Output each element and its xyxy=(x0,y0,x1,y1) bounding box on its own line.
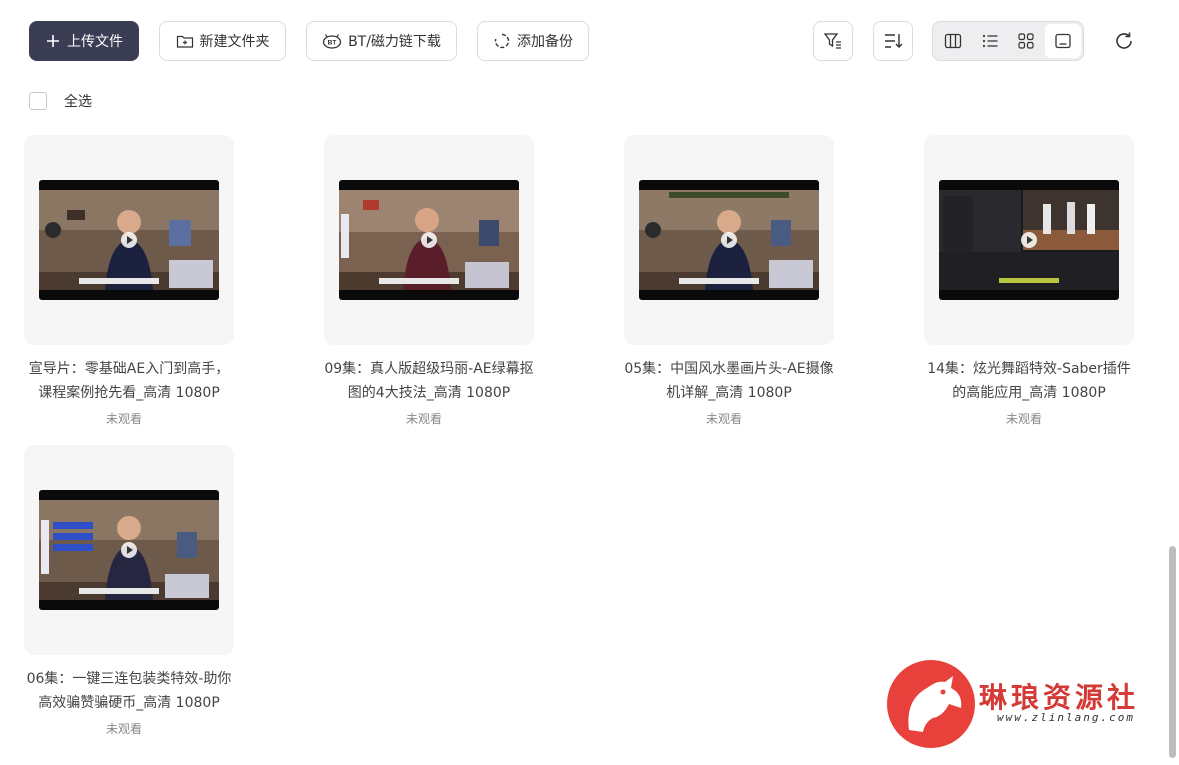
watermark: 琳琅资源社 www.zlinlang.com xyxy=(887,660,1157,750)
list-view-button[interactable] xyxy=(972,24,1009,58)
sync-icon xyxy=(494,33,510,49)
file-name: 09集：真人版超级玛丽-AE绿幕抠图的4大技法_高清 1080P xyxy=(324,361,534,401)
add-backup-label: 添加备份 xyxy=(517,34,573,50)
play-icon xyxy=(121,542,137,558)
dragon-logo-icon xyxy=(887,660,975,748)
bt-download-button[interactable]: BT BT/磁力链下载 xyxy=(306,21,457,61)
new-folder-label: 新建文件夹 xyxy=(199,34,270,50)
select-all-label: 全选 xyxy=(64,94,92,110)
filter-button[interactable] xyxy=(813,21,853,61)
column-view-button[interactable] xyxy=(935,24,972,58)
add-backup-button[interactable]: 添加备份 xyxy=(477,21,589,61)
file-card[interactable]: 05集：中国风水墨画片头-AE摄像机详解_高清 1080P 未观看 xyxy=(600,135,840,435)
file-name: 05集：中国风水墨画片头-AE摄像机详解_高清 1080P xyxy=(624,361,834,401)
select-all[interactable]: 全选 xyxy=(29,91,92,111)
columns-icon xyxy=(945,33,962,49)
bt-download-label: BT/磁力链下载 xyxy=(348,34,441,50)
toolbar: 上传文件 新建文件夹 BT BT/磁力链下载 添加备份 xyxy=(0,0,1179,82)
upload-label: 上传文件 xyxy=(67,34,123,50)
select-all-checkbox[interactable] xyxy=(29,92,47,110)
file-card[interactable]: 14集：炫光舞蹈特效-Saber插件的高能应用_高清 1080P 未观看 xyxy=(900,135,1140,435)
watermark-url: www.zlinlang.com xyxy=(997,711,1135,724)
vertical-scrollbar[interactable] xyxy=(1169,546,1176,758)
upload-button[interactable]: 上传文件 xyxy=(29,21,139,61)
watermark-name: 琳琅资源社 xyxy=(979,681,1140,714)
video-thumbnail xyxy=(39,490,219,610)
thumbnail-icon xyxy=(1055,33,1071,49)
list-icon xyxy=(982,34,998,48)
watch-status: 未观看 xyxy=(105,722,142,736)
play-icon xyxy=(721,232,737,248)
video-thumbnail xyxy=(639,180,819,300)
file-card[interactable]: 09集：真人版超级玛丽-AE绿幕抠图的4大技法_高清 1080P 未观看 xyxy=(300,135,540,435)
play-icon xyxy=(421,232,437,248)
video-thumbnail xyxy=(39,180,219,300)
file-card[interactable]: 宣导片：零基础AE入门到高手，课程案例抢先看_高清 1080P 未观看 xyxy=(0,135,240,435)
play-icon xyxy=(121,232,137,248)
thumbnail-view-button[interactable] xyxy=(1044,24,1081,58)
view-mode-group xyxy=(932,21,1084,61)
sort-icon xyxy=(885,34,903,48)
grid-view-button[interactable] xyxy=(1008,24,1045,58)
thumbnail-frame xyxy=(24,135,234,345)
new-folder-button[interactable]: 新建文件夹 xyxy=(159,21,286,61)
thumbnail-frame xyxy=(624,135,834,345)
svg-text:BT: BT xyxy=(328,40,337,47)
sort-button[interactable] xyxy=(873,21,913,61)
watch-status: 未观看 xyxy=(405,412,442,426)
thumbnail-frame xyxy=(24,445,234,655)
file-name: 06集：一键三连包装类特效-助你高效骗赞骗硬币_高清 1080P xyxy=(26,671,232,711)
plus-icon xyxy=(47,35,59,47)
play-icon xyxy=(1021,232,1037,248)
thumbnail-frame xyxy=(924,135,1134,345)
watch-status: 未观看 xyxy=(705,412,742,426)
thumbnail-frame xyxy=(324,135,534,345)
filter-icon xyxy=(823,33,841,49)
watch-status: 未观看 xyxy=(105,412,142,426)
file-name: 14集：炫光舞蹈特效-Saber插件的高能应用_高清 1080P xyxy=(927,361,1131,401)
folder-plus-icon xyxy=(176,35,193,48)
watch-status: 未观看 xyxy=(1005,412,1042,426)
refresh-button[interactable] xyxy=(1110,27,1138,55)
video-thumbnail xyxy=(939,180,1119,300)
video-thumbnail xyxy=(339,180,519,300)
bt-icon: BT xyxy=(322,34,342,49)
grid-icon xyxy=(1018,33,1034,49)
file-name: 宣导片：零基础AE入门到高手，课程案例抢先看_高清 1080P xyxy=(28,361,230,401)
refresh-icon xyxy=(1116,32,1132,49)
file-card[interactable]: 06集：一键三连包装类特效-助你高效骗赞骗硬币_高清 1080P 未观看 xyxy=(0,445,240,745)
